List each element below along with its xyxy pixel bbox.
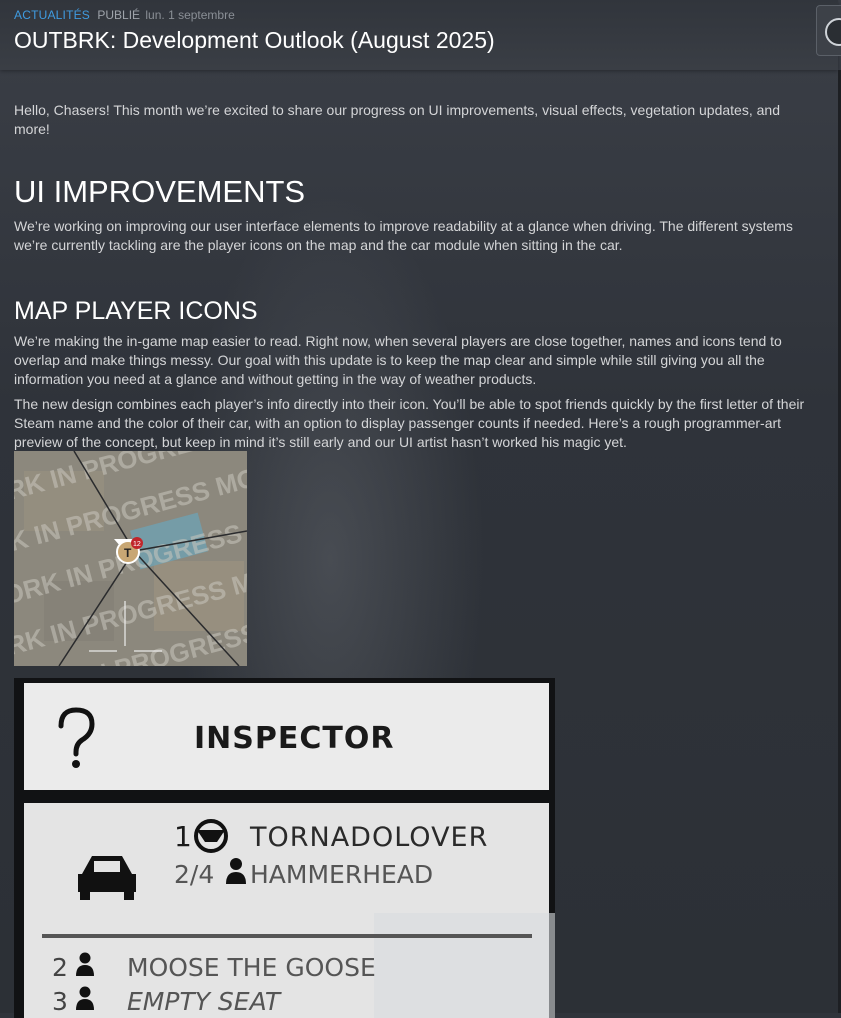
seat-index: 2 [52, 953, 68, 982]
car-seat-count: 2/4 [174, 860, 214, 889]
intro-paragraph: Hello, Chasers! This month we’re excited… [14, 102, 780, 137]
driver-name: TORNADOLOVER [249, 822, 488, 853]
svg-text:T: T [124, 546, 132, 560]
published-label: PUBLIÉ [97, 8, 141, 22]
section-paragraph: We’re making the in-game map easier to r… [14, 333, 782, 387]
page-title: OUTBRK: Development Outlook (August 2025… [14, 27, 495, 53]
seat-name: EMPTY SEAT [127, 987, 282, 1016]
section-paragraph: We’re working on improving our user inte… [14, 218, 793, 253]
car-name: HAMMERHEAD [250, 860, 433, 889]
app-avatar-button[interactable] [816, 5, 841, 56]
section-heading-ui-improvements: UI IMPROVEMENTS [14, 174, 306, 209]
inspector-preview-image[interactable]: INSPECTOR 1 TORNADOLOVER 2/4 HAMMERHEAD … [14, 678, 555, 1018]
driver-index: 1 [174, 820, 192, 853]
passenger-badge: 12 [133, 541, 141, 548]
post-meta: ACTUALITÉS PUBLIÉ lun. 1 septembre [14, 8, 235, 22]
section-paragraph: The new design combines each player’s in… [14, 396, 805, 450]
news-header: ACTUALITÉS PUBLIÉ lun. 1 septembre OUTBR… [0, 0, 838, 70]
app-logo-icon [825, 18, 841, 46]
post-date: lun. 1 septembre [145, 8, 235, 22]
category-link[interactable]: ACTUALITÉS [14, 8, 90, 22]
inspector-title: INSPECTOR [194, 721, 394, 756]
article-body: Hello, Chasers! This month we’re excited… [14, 101, 814, 452]
map-preview-image[interactable]: WORK IN PROGRESS MOCKUP WORK IN PROGRESS… [14, 451, 247, 666]
section-heading-map-player-icons: MAP PLAYER ICONS [14, 297, 258, 325]
seat-name: MOOSE THE GOOSE [127, 953, 376, 982]
seat-index: 3 [52, 987, 68, 1016]
